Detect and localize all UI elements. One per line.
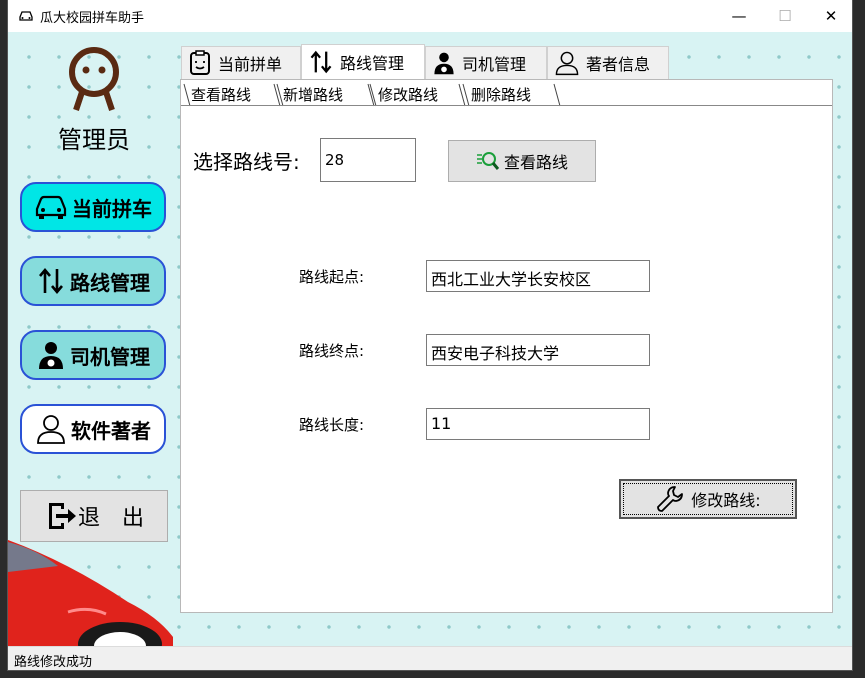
driver-icon <box>434 52 454 75</box>
user-icon <box>555 51 579 76</box>
close-button[interactable]: ✕ <box>808 0 852 32</box>
wrench-icon <box>657 486 684 512</box>
window-title: 瓜大校园拼车助手 <box>40 11 145 26</box>
nav-driver-management-button[interactable]: 司机管理 <box>20 330 166 380</box>
nav-label: 路线管理 <box>70 270 150 295</box>
nav-software-author-button[interactable]: 软件著者 <box>20 404 166 454</box>
tab-label: 路线管理 <box>340 54 405 73</box>
driver-icon <box>39 342 63 369</box>
tab-route-management[interactable]: 路线管理 <box>301 44 425 79</box>
length-label: 路线长度: <box>299 416 365 434</box>
nav-current-carpool-button[interactable]: 当前拼车 <box>20 182 166 232</box>
client-area: 管理员 当前拼车 路线管理 司机管理 软件著者 退 出 当前拼单 路线管理 司机… <box>8 32 852 646</box>
role-label: 管理员 <box>58 126 130 154</box>
tab-current-orders[interactable]: 当前拼单 <box>181 46 301 79</box>
admin-avatar-icon <box>69 47 119 111</box>
car-icon <box>35 195 67 219</box>
nav-label: 当前拼车 <box>72 196 152 221</box>
sidebar: 管理员 当前拼车 路线管理 司机管理 软件著者 退 出 <box>8 32 178 646</box>
route-number-input[interactable]: 28 <box>320 138 416 182</box>
nav-label: 软件著者 <box>71 418 151 443</box>
nav-label: 司机管理 <box>70 344 150 369</box>
clipboard-icon <box>190 50 210 75</box>
status-bar: 路线修改成功 <box>8 646 852 670</box>
modify-route-label: 修改路线: <box>691 491 761 510</box>
tab-label: 司机管理 <box>462 55 527 74</box>
minimize-button[interactable]: — <box>716 0 762 32</box>
logout-icon <box>48 503 76 529</box>
status-message: 路线修改成功 <box>14 655 93 670</box>
car-icon <box>19 11 33 21</box>
title-bar[interactable]: 瓜大校园拼车助手 — ☐ ✕ <box>8 0 852 32</box>
tab-label: 著者信息 <box>586 55 651 74</box>
subtab-dividers <box>183 83 561 107</box>
tab-author-info[interactable]: 著者信息 <box>547 46 669 79</box>
tab-label: 当前拼单 <box>218 55 283 74</box>
maximize-button[interactable]: ☐ <box>762 0 808 32</box>
start-input[interactable]: 西北工业大学长安校区 <box>426 260 650 292</box>
route-arrows-icon <box>39 267 63 295</box>
search-list-icon <box>476 152 500 170</box>
route-select-label: 选择路线号: <box>193 150 300 174</box>
view-route-button[interactable]: 查看路线 <box>448 140 596 182</box>
end-label: 路线终点: <box>299 342 365 360</box>
red-car-illustration <box>8 540 173 646</box>
exit-label: 退 出 <box>77 506 144 531</box>
user-icon <box>37 415 65 444</box>
app-window: 瓜大校园拼车助手 — ☐ ✕ 管理员 当前拼车 路线管理 司机管理 软件著者 退… <box>8 0 852 670</box>
modify-route-button[interactable]: 修改路线: <box>619 479 797 519</box>
tab-driver-management[interactable]: 司机管理 <box>425 46 547 79</box>
end-input[interactable]: 西安电子科技大学 <box>426 334 650 366</box>
view-route-label: 查看路线 <box>503 153 568 172</box>
route-arrows-icon <box>310 50 332 74</box>
nav-route-management-button[interactable]: 路线管理 <box>20 256 166 306</box>
start-label: 路线起点: <box>299 268 365 286</box>
length-input[interactable]: 11 <box>426 408 650 440</box>
route-management-panel: 查看路线 新增路线 修改路线 删除路线 选择路线号: 28 查看路线 路线起点:… <box>180 79 833 613</box>
modify-route-page: 选择路线号: 28 查看路线 路线起点: 西北工业大学长安校区 路线终点: 西安… <box>181 106 832 612</box>
